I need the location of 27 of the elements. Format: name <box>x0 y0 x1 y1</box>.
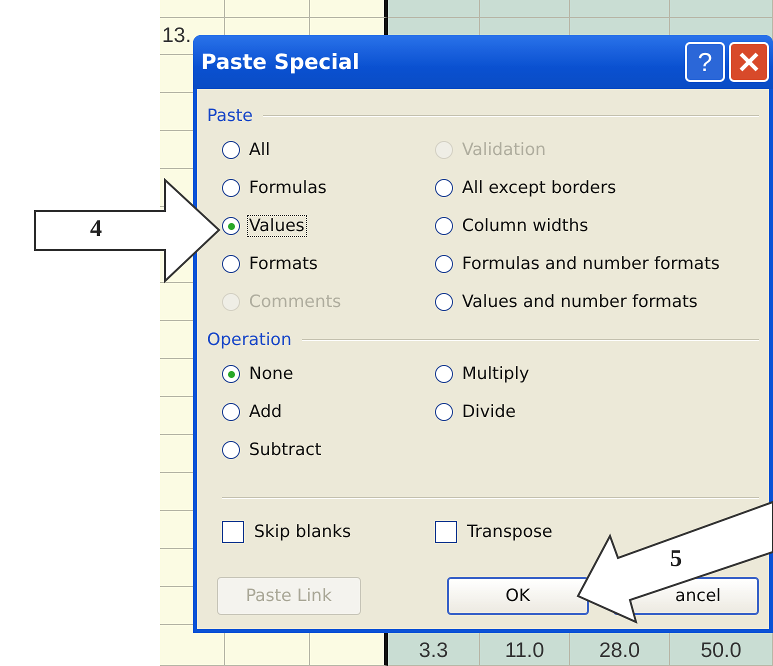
option-label: Values <box>247 215 307 237</box>
option-label: All except borders <box>461 177 618 199</box>
option-label: Formulas and number formats <box>461 253 721 275</box>
table-cell: 50.0 <box>670 636 773 666</box>
checkbox-label: Skip blanks <box>253 521 352 543</box>
option-label: Comments <box>248 291 342 313</box>
option-label: Validation <box>461 139 547 161</box>
option-label: All <box>248 139 272 161</box>
option-label: Formats <box>248 253 319 275</box>
step-number: 4 <box>90 216 102 243</box>
table-cell: 3.3 <box>388 636 480 666</box>
table-cell: 11.0 <box>480 636 570 666</box>
option-label: Values and number formats <box>461 291 699 313</box>
option-label: Multiply <box>461 363 530 385</box>
group-label: Operation <box>207 330 292 350</box>
option-label: Column widths <box>461 215 590 237</box>
dialog-button[interactable]: OK <box>446 577 590 615</box>
option-label: Formulas <box>248 177 328 199</box>
table-cell: 28.0 <box>570 636 670 666</box>
group-label: Paste <box>207 106 253 126</box>
step-number: 5 <box>670 546 682 573</box>
checkbox-label: Transpose <box>466 521 554 543</box>
option-label: Add <box>248 401 283 423</box>
option-label: Divide <box>461 401 517 423</box>
option-label: Subtract <box>248 439 322 461</box>
option-label: None <box>248 363 294 385</box>
help-button[interactable]: ? <box>685 42 725 82</box>
